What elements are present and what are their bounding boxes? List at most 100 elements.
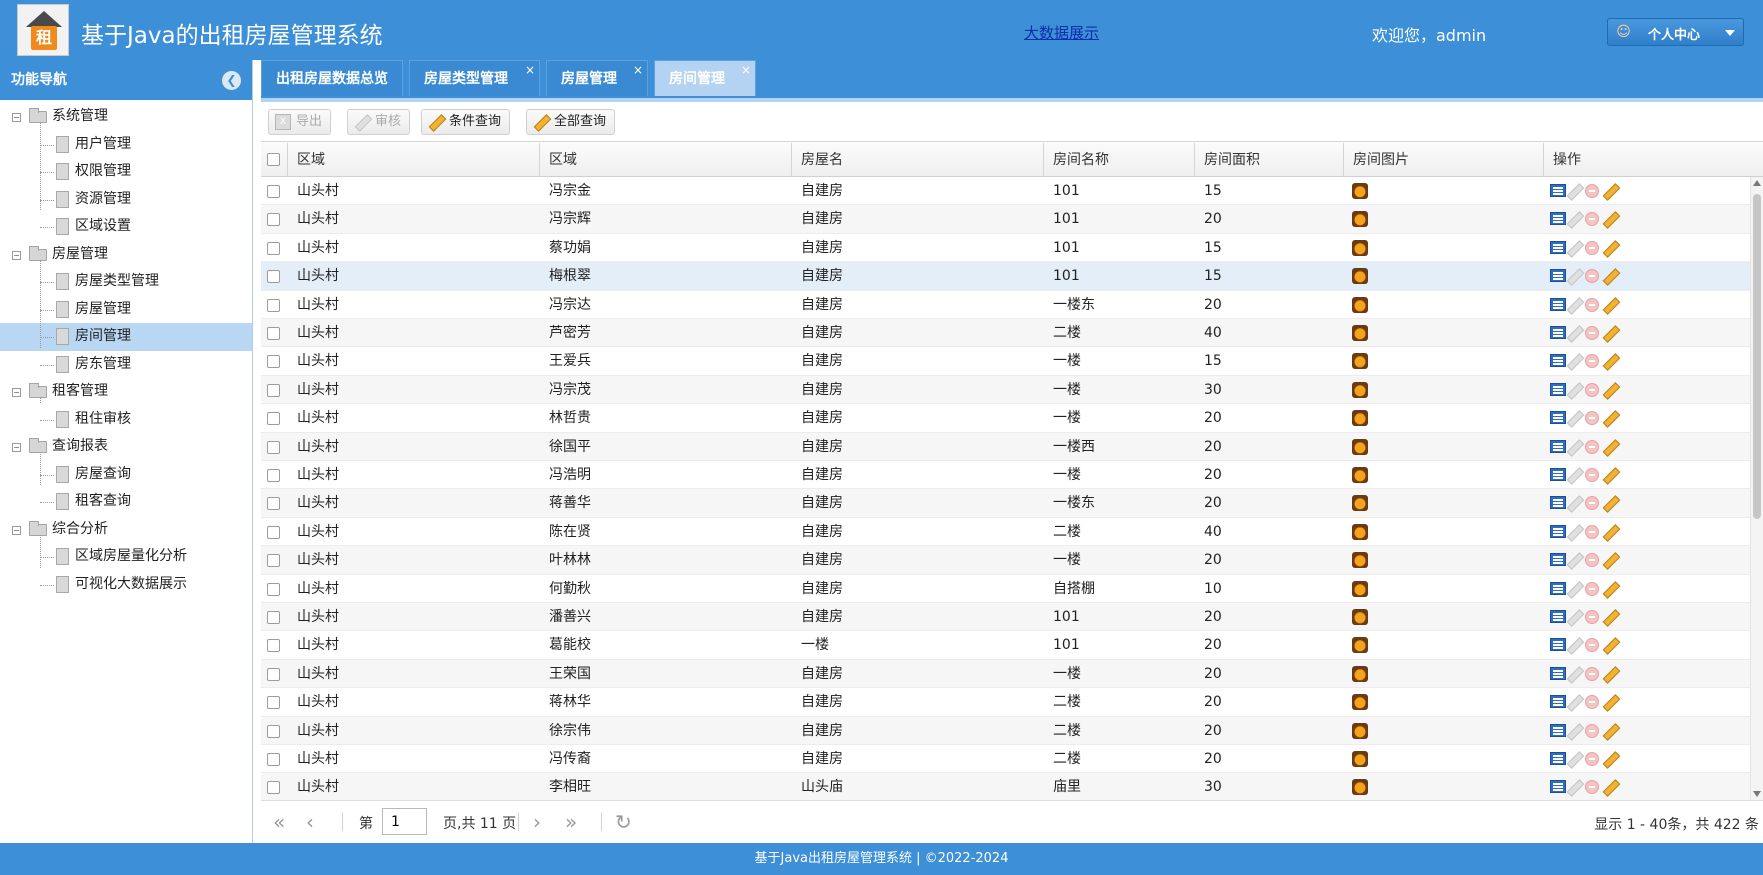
table-row[interactable]: 山头村 冯宗辉 自建房 101 20 <box>261 205 1751 234</box>
row-checkbox[interactable] <box>267 355 280 369</box>
audit-button[interactable]: 审核 <box>347 109 411 135</box>
delete-icon[interactable] <box>1585 382 1599 397</box>
audit-icon[interactable] <box>1602 694 1618 710</box>
collapse-toggle-icon[interactable]: − <box>12 525 21 535</box>
delete-icon[interactable] <box>1585 354 1599 369</box>
detail-icon[interactable] <box>1550 524 1566 538</box>
image-icon[interactable] <box>1352 325 1368 341</box>
audit-icon[interactable] <box>1602 382 1618 398</box>
row-checkbox[interactable] <box>267 241 280 255</box>
table-row[interactable]: 山头村 王荣国 自建房 一楼 20 <box>261 659 1751 689</box>
all-query-button[interactable]: 全部查询 <box>526 109 616 135</box>
delete-icon[interactable] <box>1585 752 1599 766</box>
audit-icon[interactable] <box>1602 581 1618 597</box>
edit-icon[interactable] <box>1566 495 1582 511</box>
sidebar-item[interactable]: 租住审核 <box>0 406 252 434</box>
audit-icon[interactable] <box>1602 183 1618 199</box>
detail-icon[interactable] <box>1550 468 1566 481</box>
image-icon[interactable] <box>1352 580 1368 597</box>
row-checkbox[interactable] <box>267 270 280 284</box>
collapse-toggle-icon[interactable]: − <box>12 113 21 122</box>
sidebar-item[interactable]: 权限管理 <box>0 158 252 186</box>
edit-icon[interactable] <box>1566 410 1582 426</box>
image-icon[interactable] <box>1352 779 1368 796</box>
edit-icon[interactable] <box>1566 240 1582 256</box>
table-row[interactable]: 山头村 潘善兴 自建房 101 20 <box>261 603 1751 632</box>
table-row[interactable]: 山头村 冯宗金 自建房 101 15 <box>261 177 1751 206</box>
delete-icon[interactable] <box>1585 695 1599 710</box>
delete-icon[interactable] <box>1585 326 1599 340</box>
image-icon[interactable] <box>1352 239 1368 256</box>
edit-icon[interactable] <box>1566 581 1582 597</box>
detail-icon[interactable] <box>1550 184 1566 197</box>
table-row[interactable]: 山头村 叶林林 自建房 一楼 20 <box>261 546 1751 575</box>
scroll-down-icon[interactable] <box>1753 791 1761 797</box>
image-icon[interactable] <box>1352 211 1368 228</box>
edit-icon[interactable] <box>1566 325 1582 341</box>
user-center-menu[interactable]: ☺ 个人中心 <box>1607 18 1744 46</box>
detail-icon[interactable] <box>1550 553 1566 567</box>
row-checkbox[interactable] <box>267 412 280 426</box>
row-checkbox[interactable] <box>267 611 280 624</box>
sidebar-item[interactable]: 资源管理 <box>0 186 252 214</box>
edit-icon[interactable] <box>1566 694 1582 710</box>
tab-room[interactable]: 房间管理 × <box>654 60 756 96</box>
detail-icon[interactable] <box>1550 326 1566 339</box>
audit-icon[interactable] <box>1602 240 1618 256</box>
col-header[interactable]: 操作 <box>1544 143 1763 177</box>
detail-icon[interactable] <box>1550 610 1566 623</box>
row-checkbox[interactable] <box>267 554 280 568</box>
detail-icon[interactable] <box>1550 354 1566 368</box>
scroll-thumb[interactable] <box>1753 194 1761 519</box>
detail-icon[interactable] <box>1550 695 1566 709</box>
row-checkbox[interactable] <box>267 753 280 766</box>
delete-icon[interactable] <box>1585 269 1599 284</box>
chevron-left-circle-icon[interactable]: ❮ <box>222 71 241 90</box>
edit-icon[interactable] <box>1566 382 1582 398</box>
row-checkbox[interactable] <box>267 440 280 454</box>
audit-icon[interactable] <box>1602 495 1618 511</box>
edit-icon[interactable] <box>1566 467 1582 483</box>
detail-icon[interactable] <box>1550 212 1566 226</box>
delete-icon[interactable] <box>1585 468 1599 482</box>
table-row[interactable]: 山头村 芦密芳 自建房 二楼 40 <box>261 319 1751 348</box>
edit-icon[interactable] <box>1566 268 1582 284</box>
image-icon[interactable] <box>1352 722 1368 739</box>
sidebar-item[interactable]: 房屋管理 <box>0 296 252 324</box>
sidebar-item[interactable]: 可视化大数据展示 <box>0 571 252 599</box>
delete-icon[interactable] <box>1585 411 1599 426</box>
audit-icon[interactable] <box>1602 637 1618 653</box>
table-row[interactable]: 山头村 徐宗伟 自建房 二楼 20 <box>261 716 1751 745</box>
last-page-icon[interactable]: » <box>565 811 577 833</box>
collapse-toggle-icon[interactable]: − <box>12 250 21 260</box>
edit-icon[interactable] <box>1566 779 1582 795</box>
row-checkbox[interactable] <box>267 582 280 596</box>
image-icon[interactable] <box>1352 609 1368 625</box>
audit-icon[interactable] <box>1602 268 1618 284</box>
table-row[interactable]: 山头村 冯浩明 自建房 一楼 20 <box>261 461 1751 490</box>
delete-icon[interactable] <box>1585 666 1599 681</box>
tree-group[interactable]: − 系统管理 <box>0 103 252 131</box>
audit-icon[interactable] <box>1602 325 1618 341</box>
tab-overview[interactable]: 出租房屋数据总览 <box>261 60 403 96</box>
delete-icon[interactable] <box>1585 439 1599 454</box>
table-row[interactable]: 山头村 林哲贵 自建房 一楼 20 <box>261 404 1751 433</box>
table-row[interactable]: 山头村 蒋林华 自建房 二楼 20 <box>261 688 1751 717</box>
tab-house[interactable]: 房屋管理 × <box>546 60 648 96</box>
scroll-up-icon[interactable] <box>1753 180 1761 186</box>
sidebar-item[interactable]: 用户管理 <box>0 131 252 159</box>
detail-icon[interactable] <box>1550 723 1566 737</box>
tree-group[interactable]: − 查询报表 <box>0 433 252 461</box>
detail-icon[interactable] <box>1550 240 1566 254</box>
image-icon[interactable] <box>1352 495 1368 512</box>
condition-query-button[interactable]: 条件查询 <box>421 109 511 135</box>
delete-icon[interactable] <box>1585 780 1599 795</box>
audit-icon[interactable] <box>1602 666 1618 682</box>
audit-icon[interactable] <box>1602 609 1618 625</box>
detail-icon[interactable] <box>1550 411 1566 425</box>
edit-icon[interactable] <box>1566 666 1582 682</box>
delete-icon[interactable] <box>1585 297 1599 312</box>
next-page-icon[interactable]: › <box>533 811 541 833</box>
image-icon[interactable] <box>1352 694 1368 711</box>
row-checkbox[interactable] <box>267 696 280 710</box>
